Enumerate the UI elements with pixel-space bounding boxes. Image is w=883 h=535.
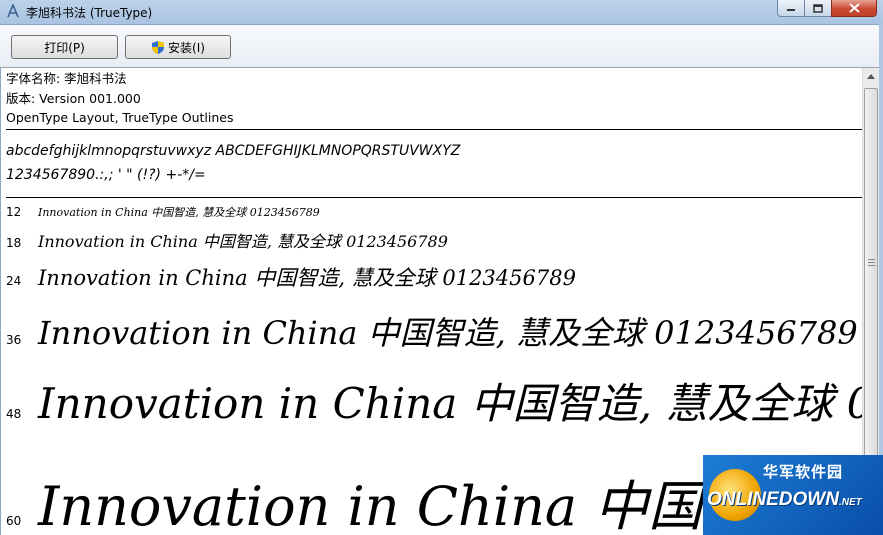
minimize-button[interactable] [777, 0, 804, 17]
watermark-cn: 华军软件园 [763, 463, 844, 481]
sample-row-24: 24 Innovation in China 中国智造, 慧及全球 012345… [6, 262, 576, 292]
font-name: 字体名称: 李旭科书法 [6, 71, 127, 86]
print-button[interactable]: 打印(P) [11, 35, 118, 59]
charset-letters: abcdefghijklmnopqrstuvwxyz ABCDEFGHIJKLM… [6, 143, 461, 159]
font-format: OpenType Layout, TrueType Outlines [6, 110, 234, 125]
sample-row-12: 12 Innovation in China 中国智造, 慧及全球 012345… [6, 204, 320, 220]
print-button-label: 打印(P) [44, 40, 85, 55]
character-set: abcdefghijklmnopqrstuvwxyz ABCDEFGHIJKLM… [6, 140, 862, 188]
window-controls [777, 0, 877, 18]
sample-row-18: 18 Innovation in China 中国智造, 慧及全球 012345… [6, 228, 448, 252]
install-button[interactable]: 安装(I) [125, 35, 231, 59]
close-icon [848, 3, 860, 13]
divider [6, 197, 862, 198]
sample-text: Innovation in China 中国智造, 慧及全球 012345678… [38, 232, 448, 251]
sample-size: 36 [6, 333, 22, 347]
sample-row-48: 48 Innovation in China 中国智造, 慧及全球 012345… [6, 370, 862, 431]
charset-digits-symbols: 1234567890.:,; ' " (!?) +-*/= [6, 167, 206, 183]
sample-text: Innovation in China 中国智造, 慧及全球 012345678… [38, 379, 862, 428]
toolbar: 打印(P) 安装(I) [0, 25, 883, 68]
maximize-icon [813, 3, 823, 13]
maximize-button[interactable] [804, 0, 831, 17]
sample-row-36: 36 Innovation in China 中国智造, 慧及全球 012345… [6, 308, 858, 354]
sample-size: 60 [6, 514, 22, 528]
sample-size: 24 [6, 274, 22, 288]
sample-text: Innovation in China 中国智造, 慧及全球 012345678… [38, 206, 320, 219]
title-bar[interactable]: 李旭科书法 (TrueType) [0, 0, 883, 25]
watermark-en-text: ONLINEDOWN [707, 489, 839, 510]
sample-size: 48 [6, 407, 22, 421]
close-button[interactable] [831, 0, 877, 17]
font-info: 字体名称: 李旭科书法 版本: Version 001.000 OpenType… [6, 68, 862, 128]
minimize-icon [787, 9, 795, 11]
sample-size: 12 [6, 205, 22, 219]
watermark-suffix: .NET [838, 497, 862, 508]
install-button-label: 安装(I) [168, 40, 205, 55]
sample-text: Innovation in China 中国智造, 慧及全球 012345678… [38, 266, 576, 290]
sample-size: 18 [6, 236, 22, 250]
window-title: 李旭科书法 (TrueType) [26, 6, 153, 20]
font-version: 版本: Version 001.000 [6, 90, 141, 106]
scroll-up-button[interactable] [863, 68, 879, 85]
watermark-en: ONLINEDOWN.NET [707, 489, 862, 511]
font-icon [7, 4, 19, 18]
divider [6, 129, 862, 130]
grip-icon [868, 259, 875, 267]
sample-text: Innovation in China 中国智造, 慧及全球 012345678… [38, 314, 858, 352]
shield-icon [152, 40, 165, 54]
watermark-logo: 华军软件园 ONLINEDOWN.NET [703, 455, 883, 535]
chevron-up-icon [867, 74, 875, 79]
window-frame-left [0, 24, 1, 535]
scroll-thumb[interactable] [864, 88, 878, 488]
